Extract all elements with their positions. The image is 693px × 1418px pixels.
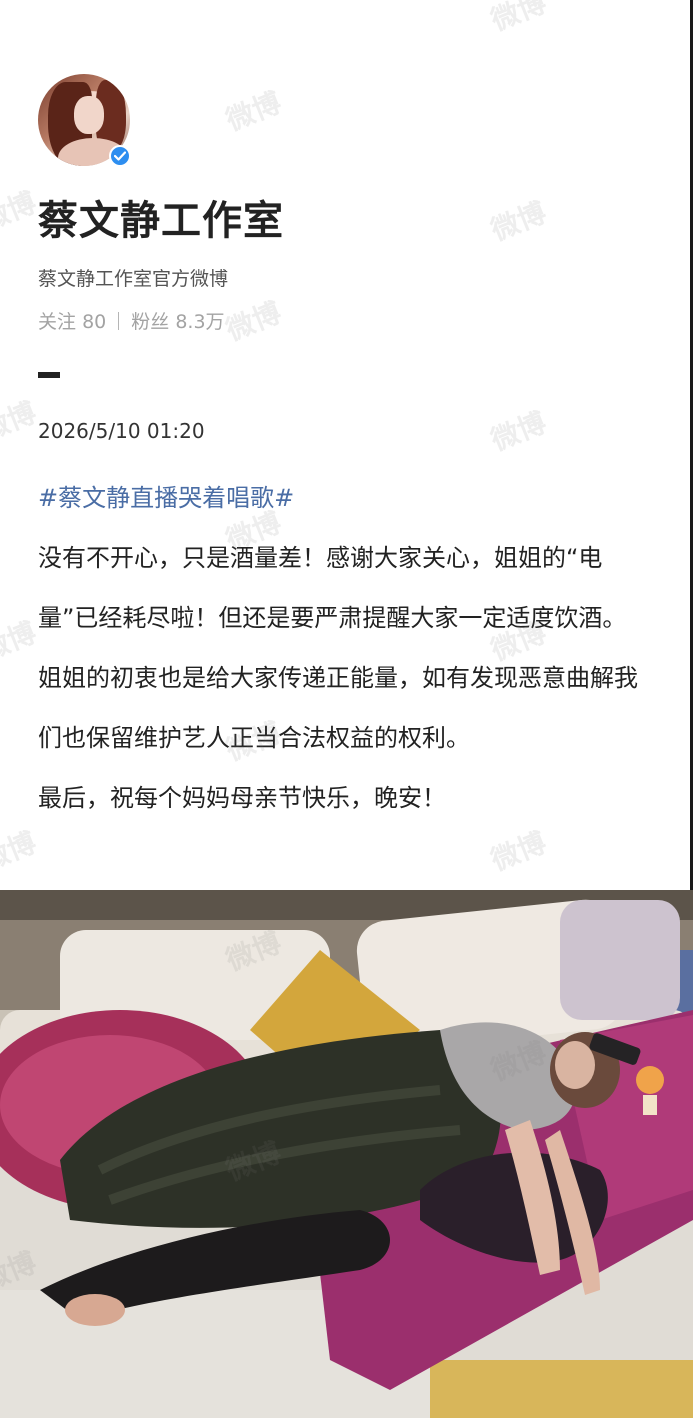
watermark-logo: 微博 — [0, 615, 41, 668]
stats-divider — [118, 311, 120, 330]
post-paragraph: 最后，祝每个妈妈母亲节快乐，晚安！ — [38, 784, 446, 812]
profile-bio: 蔡文静工作室官方微博 — [38, 268, 229, 290]
post-photo[interactable] — [0, 890, 693, 1418]
watermark-logo: 微博 — [486, 195, 551, 248]
watermark-logo: 微博 — [486, 825, 551, 878]
watermark-logo: 微博 — [486, 405, 551, 458]
post-body: 没有不开心，只是酒量差！感谢大家关心，姐姐的“电量”已经耗尽啦！但还是要严肃提醒… — [38, 528, 658, 828]
fans-label: 粉丝 — [131, 311, 170, 333]
post-datetime: 2026/5/10 01:20 — [38, 419, 205, 443]
post-photo-image — [0, 890, 693, 1418]
following-label: 关注 — [38, 311, 77, 333]
following-stat[interactable]: 关注 80 — [38, 307, 106, 334]
profile-stats: 关注 80 粉丝 8.3万 — [38, 307, 225, 334]
watermark-logo: 微博 — [0, 395, 41, 448]
avatar[interactable] — [38, 74, 131, 167]
section-divider — [38, 372, 60, 378]
verified-badge-icon — [109, 145, 131, 167]
post-page: 蔡文静工作室 蔡文静工作室官方微博 关注 80 粉丝 8.3万 2026/5/1… — [0, 0, 693, 1418]
post-paragraph: 没有不开心，只是酒量差！感谢大家关心，姐姐的“电量”已经耗尽啦！但还是要严肃提醒… — [38, 544, 627, 632]
watermark-logo: 微博 — [0, 825, 41, 878]
watermark-logo: 微博 — [0, 185, 41, 238]
watermark-logo: 微博 — [221, 85, 286, 138]
watermark-logo: 微博 — [486, 0, 551, 38]
profile-name[interactable]: 蔡文静工作室 — [38, 188, 284, 246]
post-hashtag[interactable]: #蔡文静直播哭着唱歌# — [38, 478, 294, 513]
post-paragraph: 姐姐的初衷也是给大家传递正能量，如有发现恶意曲解我们也保留维护艺人正当合法权益的… — [38, 664, 638, 752]
watermark-logo: 微博 — [221, 295, 286, 348]
fans-count: 8.3万 — [175, 311, 225, 333]
fans-stat[interactable]: 粉丝 8.3万 — [131, 307, 224, 334]
following-count: 80 — [82, 311, 107, 333]
